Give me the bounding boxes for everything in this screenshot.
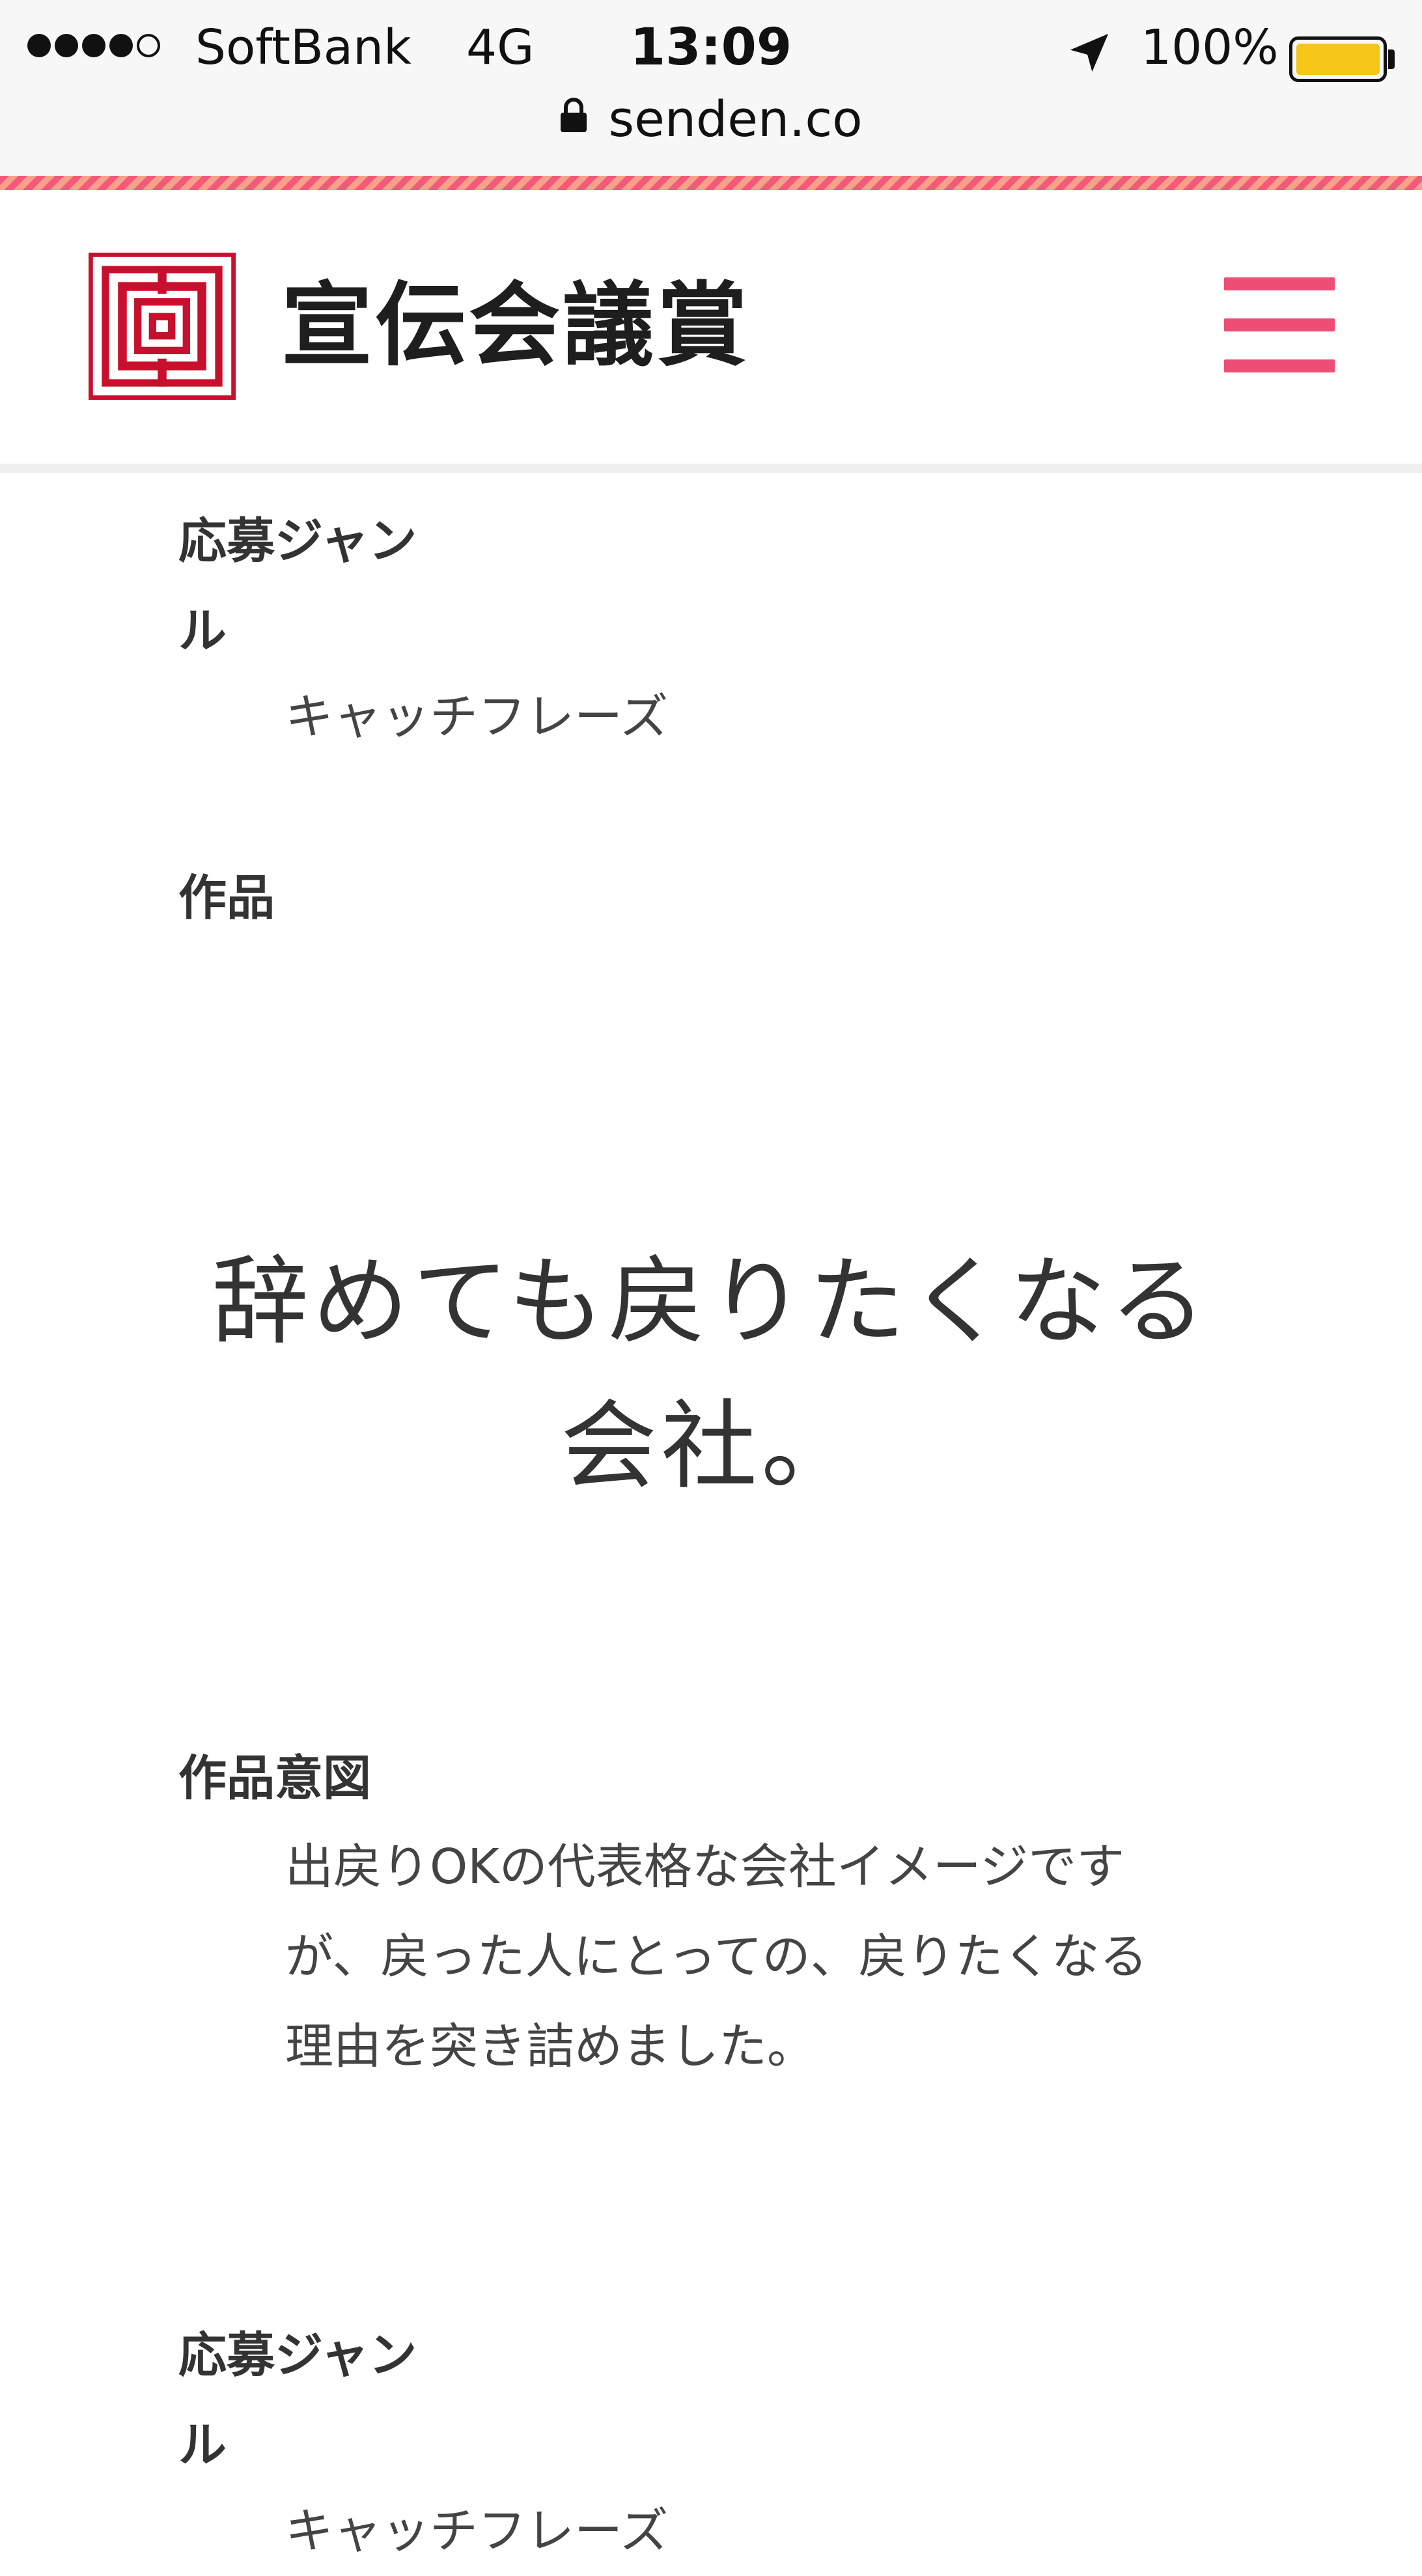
work-text-line-1: 辞めても戻りたくなる [212, 1246, 1210, 1358]
genre-label-continued: ル [178, 2417, 227, 2473]
url-text[interactable]: senden.co [608, 90, 862, 148]
logo-icon[interactable] [89, 253, 236, 400]
address-bar[interactable]: senden.co [0, 90, 1422, 155]
battery-nub [1388, 49, 1395, 69]
work-label: 作品 [178, 870, 275, 926]
site-header: 宣伝会議賞 [0, 190, 1422, 464]
header-accent-stripe [0, 176, 1422, 190]
intent-label: 作品意図 [178, 1750, 371, 1806]
genre-label-continued: ル [178, 603, 227, 659]
hamburger-menu-icon[interactable] [1224, 277, 1335, 372]
intent-text-line-3: 理由を突き詰めました。 [285, 2019, 815, 2075]
lock-icon [561, 97, 587, 132]
battery-icon [1289, 36, 1387, 82]
location-arrow-icon [1070, 33, 1109, 72]
genre-label: 応募ジャン [178, 513, 417, 569]
battery-percentage: 100% [1141, 20, 1279, 76]
site-title[interactable]: 宣伝会議賞 [281, 271, 750, 380]
status-bar: SoftBank 4G 13:09 100% senden.co [0, 0, 1422, 176]
intent-text-line-1: 出戻りOKの代表格な会社イメージです [285, 1839, 1125, 1895]
intent-text-line-2: が、戻った人にとっての、戻りたくなる [285, 1929, 1148, 1985]
battery-level-fill [1296, 44, 1380, 75]
genre-value: キャッチフレーズ [285, 2503, 669, 2559]
work-text-line-2: 会社。 [561, 1390, 861, 1502]
genre-value: キャッチフレーズ [285, 689, 669, 745]
header-divider [0, 464, 1422, 473]
genre-label: 応募ジャン [178, 2327, 417, 2383]
